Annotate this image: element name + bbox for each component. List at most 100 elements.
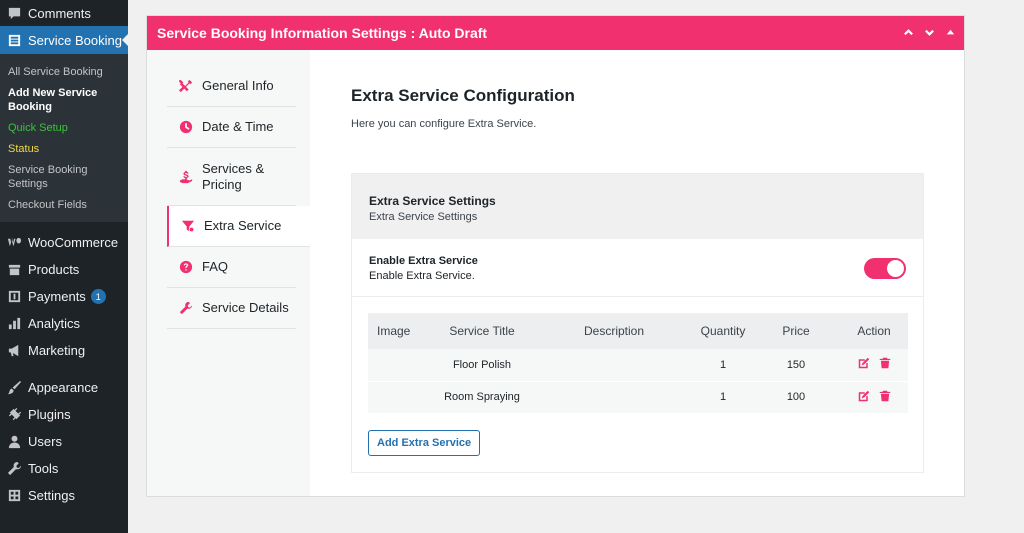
menu-label: Service Booking xyxy=(28,32,122,48)
cell-price: 150 xyxy=(752,349,840,382)
page-title: Extra Service Configuration xyxy=(351,86,575,105)
table-row: Room Spraying 1 100 xyxy=(368,380,908,414)
menu-label: Comments xyxy=(28,5,91,21)
tab-label: FAQ xyxy=(202,259,229,274)
wrench-icon xyxy=(6,461,22,477)
clock-icon xyxy=(179,120,193,134)
menu-item-settings[interactable]: Settings xyxy=(0,482,128,509)
paintbrush-icon xyxy=(6,380,22,396)
column-header: Quantity xyxy=(700,324,746,338)
cell-action xyxy=(840,349,908,382)
cell-title: Floor Polish xyxy=(430,349,534,382)
toggle-knob xyxy=(887,260,904,277)
move-up-button[interactable] xyxy=(903,27,914,40)
submenu-add-new[interactable]: Add New Service Booking xyxy=(0,83,128,118)
menu-label: Plugins xyxy=(28,407,71,422)
extra-service-settings-box: Extra Service Settings Extra Service Set… xyxy=(351,173,924,473)
enable-extra-service-label: Enable Extra Service xyxy=(369,255,478,267)
tab-label: Services & Pricing xyxy=(202,161,265,192)
menu-item-users[interactable]: Users xyxy=(0,428,128,455)
menu-label: Payments xyxy=(28,289,86,304)
panel-title: Service Booking Information Settings : A… xyxy=(157,25,488,41)
admin-sidebar: Comments Service Booking All Service Boo… xyxy=(0,0,128,533)
trash-icon[interactable] xyxy=(879,390,891,402)
move-down-button[interactable] xyxy=(924,27,935,40)
submenu-all-service-booking[interactable]: All Service Booking xyxy=(0,62,128,83)
menu-item-service-booking[interactable]: Service Booking xyxy=(0,26,128,54)
submenu-status[interactable]: Status xyxy=(0,139,128,160)
dollar-icon xyxy=(6,289,22,305)
submenu-quick-setup[interactable]: Quick Setup xyxy=(0,118,128,139)
edit-icon[interactable] xyxy=(858,357,870,369)
submenu-checkout-fields[interactable]: Checkout Fields xyxy=(0,195,128,216)
edit-icon[interactable] xyxy=(858,390,870,402)
cell-image xyxy=(368,349,430,382)
cell-description xyxy=(534,349,694,382)
submenu: All Service Booking Add New Service Book… xyxy=(0,54,128,222)
settings-box-header: Extra Service Settings Extra Service Set… xyxy=(352,174,923,239)
tab-services-pricing[interactable]: Services & Pricing xyxy=(167,148,296,206)
settings-box-title: Extra Service Settings xyxy=(369,194,496,208)
column-header: Description xyxy=(583,324,645,338)
question-icon xyxy=(179,260,193,274)
page-subtitle: Here you can configure Extra Service. xyxy=(351,118,537,130)
menu-item-appearance[interactable]: Appearance xyxy=(0,374,128,401)
trash-icon[interactable] xyxy=(879,357,891,369)
cell-action xyxy=(840,380,908,414)
menu-item-analytics[interactable]: Analytics xyxy=(0,310,128,337)
menu-item-payments[interactable]: Payments 1 xyxy=(0,283,128,310)
submenu-settings[interactable]: Service Booking Settings xyxy=(0,160,128,195)
settings-box-desc: Extra Service Settings xyxy=(369,211,478,223)
user-icon xyxy=(6,434,22,450)
payments-badge: 1 xyxy=(90,289,106,304)
megaphone-icon xyxy=(6,343,22,359)
menu-label: Users xyxy=(28,434,62,449)
column-header: Action xyxy=(857,324,891,338)
menu-label: Tools xyxy=(28,461,59,476)
extra-service-table: Image Service Title Description Quantity… xyxy=(368,313,908,414)
panel-controls xyxy=(903,27,956,40)
wrench-icon xyxy=(179,301,193,315)
tab-general-info[interactable]: General Info xyxy=(167,66,296,107)
hand-money-icon xyxy=(179,170,193,184)
menu-item-marketing[interactable]: Marketing xyxy=(0,337,128,364)
menu-item-plugins[interactable]: Plugins xyxy=(0,401,128,428)
archive-icon xyxy=(6,262,22,278)
column-header: Image xyxy=(377,324,411,338)
extra-service-table-wrap: Image Service Title Description Quantity… xyxy=(352,297,923,472)
tab-extra-service[interactable]: Extra Service xyxy=(167,206,310,247)
cell-description xyxy=(534,380,694,414)
plug-icon xyxy=(6,407,22,423)
tab-label: Service Details xyxy=(202,300,289,315)
cell-image xyxy=(368,380,430,414)
tab-service-details[interactable]: Service Details xyxy=(167,288,296,329)
menu-item-products[interactable]: Products xyxy=(0,256,128,283)
table-header-row: Image Service Title Description Quantity… xyxy=(368,313,908,349)
add-extra-service-button[interactable]: Add Extra Service xyxy=(368,429,481,456)
tab-faq[interactable]: FAQ xyxy=(167,247,296,288)
column-header: Service Title xyxy=(449,324,515,338)
tab-label: Extra Service xyxy=(204,218,282,233)
settings-icon xyxy=(6,488,22,504)
list-icon xyxy=(6,32,22,48)
settings-panel: Service Booking Information Settings : A… xyxy=(146,15,965,497)
panel-header: Service Booking Information Settings : A… xyxy=(147,16,964,50)
chevron-down-icon xyxy=(925,29,934,36)
filter-icon xyxy=(181,219,195,233)
cell-price: 100 xyxy=(752,380,840,414)
bar-chart-icon xyxy=(6,316,22,332)
cell-quantity: 1 xyxy=(694,349,752,382)
collapse-button[interactable] xyxy=(945,27,956,40)
comments-icon xyxy=(6,5,22,21)
enable-extra-service-toggle[interactable] xyxy=(864,258,906,279)
menu-item-comments[interactable]: Comments xyxy=(0,0,128,26)
menu-item-woocommerce[interactable]: WooCommerce xyxy=(0,229,128,256)
menu-item-tools[interactable]: Tools xyxy=(0,455,128,482)
menu-label: Settings xyxy=(28,488,75,503)
tab-label: General Info xyxy=(202,78,274,93)
menu-label: Products xyxy=(28,262,80,277)
woocommerce-icon xyxy=(6,235,22,251)
cell-quantity: 1 xyxy=(694,380,752,414)
tab-date-time[interactable]: Date & Time xyxy=(167,107,296,148)
table-row: Floor Polish 1 150 xyxy=(368,349,908,382)
